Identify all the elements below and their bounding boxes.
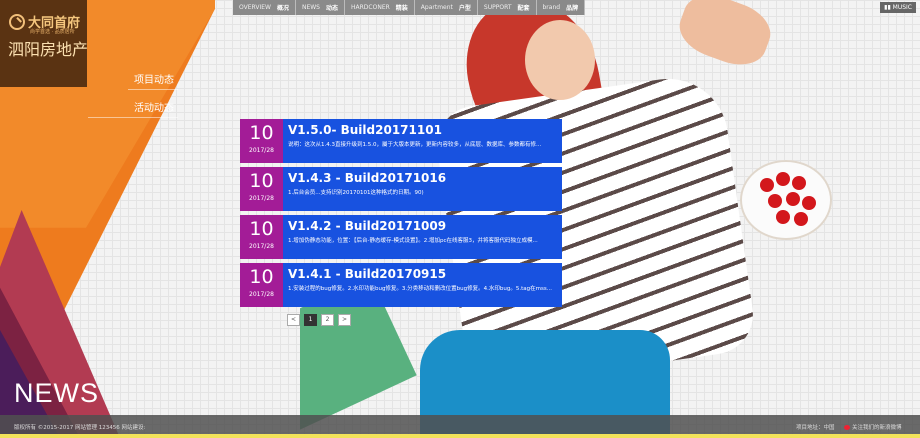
news-date-day: 10 bbox=[249, 218, 274, 240]
news-date-day: 10 bbox=[249, 170, 274, 192]
pagination-page-1[interactable]: 1 bbox=[304, 314, 317, 326]
top-nav-label-cn: 户型 bbox=[458, 5, 471, 12]
top-nav-label-en: NEWS bbox=[301, 4, 320, 11]
news-date-year-month: 2017/28 bbox=[249, 147, 274, 154]
side-nav: 项目动态 活动动态 bbox=[88, 68, 178, 124]
news-summary: 说明：这次从1.4.3直接升级到1.5.0，屬于大版本更新，更新内容较多，从底层… bbox=[288, 142, 542, 148]
pagination-prev-button[interactable]: < bbox=[287, 314, 300, 326]
pagination-page-2[interactable]: 2 bbox=[321, 314, 334, 326]
news-item[interactable]: 10 2017/28 V1.4.1 - Build20170915 1.安装过程… bbox=[240, 263, 562, 307]
top-nav-label-cn: 精装 bbox=[395, 5, 408, 12]
model-face bbox=[525, 20, 595, 100]
news-date-badge: 10 2017/28 bbox=[240, 215, 283, 259]
logo[interactable]: 大同首府 尚学首选 · 品质居所 泗阳房地产 bbox=[0, 0, 89, 87]
side-nav-item-project-news[interactable]: 项目动态 bbox=[128, 68, 178, 90]
news-item[interactable]: 10 2017/28 V1.4.3 - Build20171016 1.后台会员… bbox=[240, 167, 562, 211]
weibo-icon bbox=[844, 425, 850, 430]
top-nav-label-cn: 概况 bbox=[276, 5, 289, 12]
news-date-year-month: 2017/28 bbox=[249, 243, 274, 250]
top-nav-item-overview[interactable]: OVERVIEW 概况 bbox=[233, 0, 296, 15]
top-nav-item-brand[interactable]: brand 品牌 bbox=[536, 0, 586, 15]
top-nav-item-apartment[interactable]: Apartment 户型 bbox=[414, 0, 478, 15]
news-title[interactable]: V1.5.0- Build20171101 bbox=[288, 123, 442, 137]
top-nav-label-en: SUPPORT bbox=[483, 4, 512, 11]
model-arm bbox=[672, 0, 778, 74]
news-title[interactable]: V1.4.2 - Build20171009 bbox=[288, 219, 446, 233]
top-nav-item-support[interactable]: SUPPORT 配套 bbox=[477, 0, 537, 15]
top-nav-item-news[interactable]: NEWS 动态 bbox=[295, 0, 346, 15]
news-item[interactable]: 10 2017/28 V1.4.2 - Build20171009 1.增加伪静… bbox=[240, 215, 562, 259]
footer-copyright: 版权所有 ©2015-2017 网站管理 123456 网站建设: bbox=[14, 425, 146, 431]
news-date-badge: 10 2017/28 bbox=[240, 263, 283, 307]
top-nav-label-cn: 动态 bbox=[326, 5, 339, 12]
news-date-year-month: 2017/28 bbox=[249, 291, 274, 298]
music-toggle-button[interactable]: ▮▮ MUSIC bbox=[880, 2, 916, 13]
news-list: 10 2017/28 V1.5.0- Build20171101 说明：这次从1… bbox=[240, 119, 562, 311]
logo-emblem-icon bbox=[9, 14, 25, 30]
footer-weibo-link[interactable]: 关注我们的新浪微博 bbox=[844, 423, 902, 431]
news-summary: 1.后台会员...支持识别20170101这种格式的日期。90) bbox=[288, 190, 424, 196]
news-item[interactable]: 10 2017/28 V1.5.0- Build20171101 说明：这次从1… bbox=[240, 119, 562, 163]
logo-tagline: 尚学首选 · 品质居所 bbox=[30, 29, 75, 35]
footer-accent-strip bbox=[0, 434, 920, 438]
top-nav-item-hardcover[interactable]: HARDCONER 精装 bbox=[345, 0, 415, 15]
top-nav: OVERVIEW 概况 NEWS 动态 HARDCONER 精装 Apartment 户… bbox=[233, 0, 586, 15]
news-summary: 1.安装过程的bug修复。2.水印功能bug修复。3.分类移动和删改位置bug修… bbox=[288, 286, 552, 292]
section-title-news: NEWS bbox=[14, 378, 99, 408]
news-date-year-month: 2017/28 bbox=[249, 195, 274, 202]
top-nav-label-cn: 配套 bbox=[517, 5, 530, 12]
top-nav-label-cn: 品牌 bbox=[566, 5, 579, 12]
news-date-day: 10 bbox=[249, 122, 274, 144]
news-date-day: 10 bbox=[249, 266, 274, 288]
pagination: < 1 2 > bbox=[287, 314, 351, 326]
top-nav-label-en: brand bbox=[542, 4, 561, 11]
news-date-badge: 10 2017/28 bbox=[240, 167, 283, 211]
news-title[interactable]: V1.4.3 - Build20171016 bbox=[288, 171, 446, 185]
news-title[interactable]: V1.4.1 - Build20170915 bbox=[288, 267, 446, 281]
news-summary: 1.增加伪静态功能，位置：【后台-静态缓存-模式设置】。2.增加pc在线客服3，… bbox=[288, 238, 538, 244]
logo-company-name: 泗阳房地产 bbox=[8, 40, 89, 59]
footer-weibo-label: 关注我们的新浪微博 bbox=[852, 425, 902, 431]
pagination-next-button[interactable]: > bbox=[338, 314, 351, 326]
footer-address: 项目地址：中国 bbox=[796, 425, 835, 431]
top-nav-label-en: Apartment bbox=[420, 4, 453, 11]
berry-bowl bbox=[740, 160, 832, 240]
top-nav-label-en: OVERVIEW bbox=[239, 4, 271, 11]
top-nav-label-en: HARDCONER bbox=[351, 4, 390, 11]
music-label: MUSIC bbox=[892, 4, 912, 11]
news-date-badge: 10 2017/28 bbox=[240, 119, 283, 163]
music-icon: ▮▮ bbox=[884, 4, 893, 11]
side-nav-item-event-news[interactable]: 活动动态 bbox=[88, 96, 178, 118]
